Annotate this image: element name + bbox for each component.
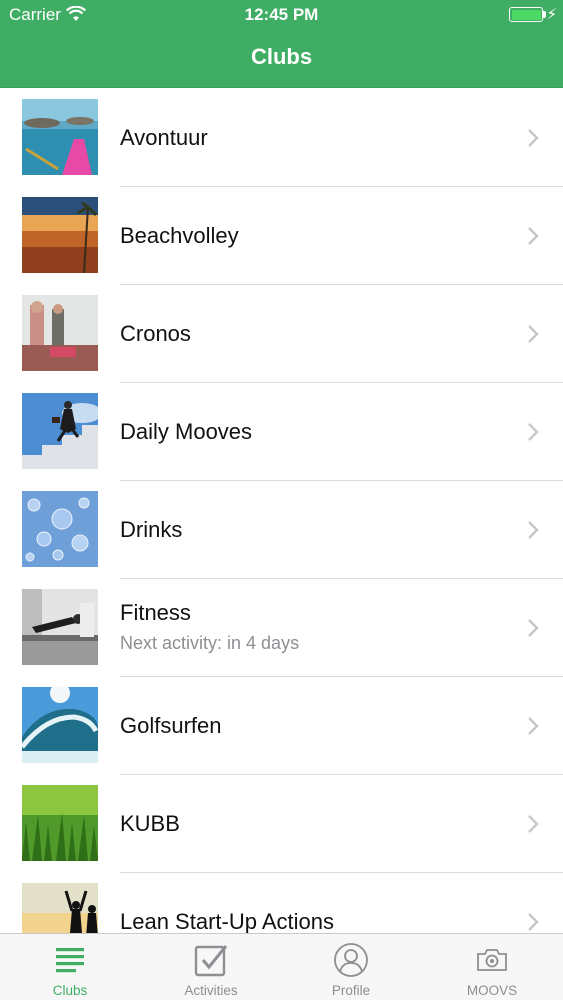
club-name: Lean Start-Up Actions (120, 909, 335, 933)
chevron-right-icon (527, 128, 539, 153)
navigation-bar: Clubs (0, 30, 563, 88)
tab-activities[interactable]: Activities (141, 934, 281, 1000)
plank-exercise-photo (22, 589, 98, 665)
celebrating-people-photo (22, 883, 98, 933)
club-name: Fitness (120, 600, 191, 625)
club-row-cronos[interactable]: Cronos (0, 285, 563, 383)
club-name: Avontuur (120, 125, 208, 150)
club-row-kubb[interactable]: KUBB (0, 775, 563, 873)
tab-profile[interactable]: Profile (281, 934, 421, 1000)
status-bar: Carrier 12:45 PM ⚡ (0, 0, 563, 30)
status-time: 12:45 PM (244, 5, 319, 24)
beach-sunset-photo (22, 197, 98, 273)
club-row-beachvolley[interactable]: Beachvolley (0, 187, 563, 285)
club-row-daily-mooves[interactable]: Daily Mooves (0, 383, 563, 481)
tab-bar: Clubs Activities Profile MOOVS (0, 933, 563, 1000)
chevron-right-icon (527, 814, 539, 839)
bubbles-photo (22, 491, 98, 567)
tab-label: Profile (331, 983, 371, 998)
next-activity-label: Next activity: in 4 days (120, 633, 300, 653)
kayak-lake-photo (22, 99, 98, 175)
club-name: Daily Mooves (120, 419, 253, 444)
charging-bolt-icon: ⚡ (546, 6, 557, 23)
checkbox-icon (193, 942, 229, 978)
club-row-lean-start-up-actions[interactable]: Lean Start-Up Actions (0, 873, 563, 933)
club-name: KUBB (120, 811, 180, 836)
tab-label: Activities (184, 983, 238, 998)
chevron-right-icon (527, 324, 539, 349)
wave-photo (22, 687, 98, 763)
club-row-avontuur[interactable]: Avontuur (0, 89, 563, 187)
battery-icon (509, 7, 543, 22)
tab-label: Clubs (52, 983, 88, 998)
chevron-right-icon (527, 618, 539, 643)
page-title: Clubs (250, 44, 313, 69)
party-people-photo (22, 295, 98, 371)
grass-photo (22, 785, 98, 861)
camera-icon (474, 942, 510, 978)
club-name: Beachvolley (120, 223, 239, 248)
club-name: Golfsurfen (120, 713, 222, 738)
club-row-fitness[interactable]: Fitness Next activity: in 4 days (0, 579, 563, 677)
person-icon (333, 942, 369, 978)
chevron-right-icon (527, 422, 539, 447)
club-list[interactable]: Avontuur Beachvolley Cronos Daily Mooves… (0, 89, 563, 933)
club-name: Drinks (120, 517, 183, 542)
list-icon (52, 942, 88, 978)
businessman-stairs-photo (22, 393, 98, 469)
club-name: Cronos (120, 321, 191, 346)
tab-moovs[interactable]: MOOVS (422, 934, 562, 1000)
tab-clubs[interactable]: Clubs (0, 934, 140, 1000)
chevron-right-icon (527, 226, 539, 251)
tab-label: MOOVS (466, 983, 518, 998)
club-row-golfsurfen[interactable]: Golfsurfen (0, 677, 563, 775)
club-row-drinks[interactable]: Drinks (0, 481, 563, 579)
chevron-right-icon (527, 912, 539, 933)
chevron-right-icon (527, 520, 539, 545)
chevron-right-icon (527, 716, 539, 741)
